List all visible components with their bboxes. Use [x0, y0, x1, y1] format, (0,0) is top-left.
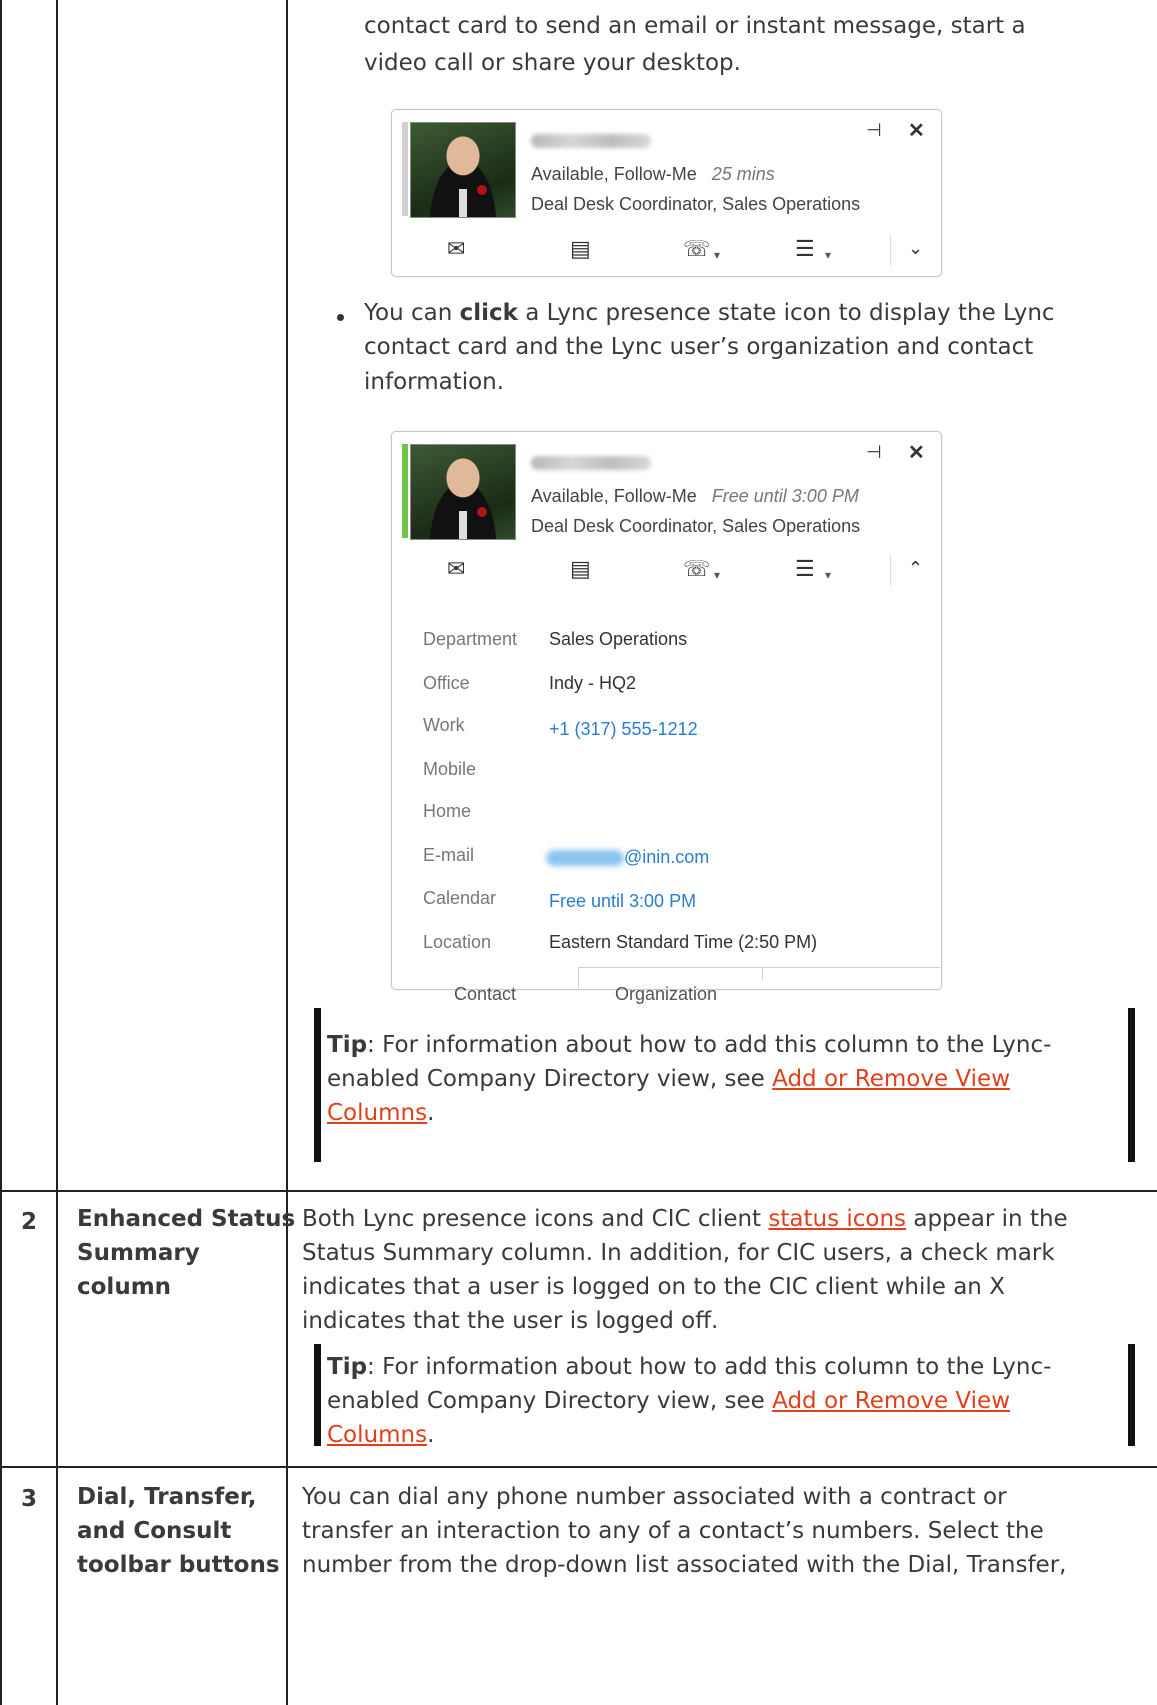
- contact-title: Deal Desk Coordinator, Sales Operations: [531, 516, 861, 536]
- detail-value-work[interactable]: +1 (317) 555-1212: [549, 719, 698, 740]
- tab-divider-left: [578, 967, 579, 989]
- email-icon[interactable]: ✉: [447, 556, 465, 582]
- status-icons-link[interactable]: status icons: [768, 1206, 906, 1232]
- detail-value-department: Sales Operations: [549, 629, 688, 649]
- video-dropdown-icon[interactable]: ▾: [825, 568, 831, 582]
- detail-label-work: Work: [423, 715, 465, 735]
- row2-feature-line1: Enhanced Status: [77, 1206, 296, 1232]
- bullet-dot: [337, 314, 344, 321]
- tab-organization[interactable]: Organization: [615, 984, 717, 1005]
- tip-bar-right: [1128, 1008, 1135, 1162]
- bullet-line1: You can click a Lync presence state icon…: [364, 300, 1055, 326]
- chevron-up-icon[interactable]: ⌃: [908, 558, 923, 579]
- contact-photo: [410, 122, 516, 218]
- video-dropdown-icon[interactable]: ▾: [825, 248, 831, 262]
- lync-contact-card-expanded: Available, Follow-Me Free until 3:00 PM …: [391, 431, 942, 1004]
- detail-label-home: Home: [423, 801, 472, 821]
- close-icon[interactable]: ✕: [908, 118, 925, 143]
- tip-line1: Tip: For information about how to add th…: [327, 1032, 1052, 1058]
- row3-feature-line1: Dial, Transfer,: [77, 1484, 257, 1510]
- phone-dropdown-icon[interactable]: ▾: [714, 568, 720, 582]
- phone-icon[interactable]: ☏: [683, 236, 711, 262]
- table-divider-col2: [286, 0, 288, 1705]
- video-icon[interactable]: ☰: [795, 236, 815, 262]
- row2-desc-line1: Both Lync presence icons and CIC client …: [302, 1206, 1068, 1232]
- pin-icon[interactable]: ⊣: [866, 442, 882, 463]
- tip2-line2: enabled Company Directory view, see Add …: [327, 1388, 1011, 1414]
- detail-label-mobile: Mobile: [423, 759, 477, 779]
- row3-number: 3: [21, 1486, 38, 1512]
- phone-icon[interactable]: ☏: [683, 556, 711, 582]
- im-icon[interactable]: ▤: [570, 236, 591, 262]
- tab-contact[interactable]: Contact: [454, 984, 516, 1005]
- contact-name-blurred: [531, 456, 651, 470]
- presence-bar: [402, 122, 408, 216]
- contact-photo: [410, 444, 516, 540]
- row3-desc-line1: You can dial any phone number associated…: [302, 1484, 1007, 1510]
- chevron-down-icon[interactable]: ⌄: [908, 238, 923, 259]
- row2-desc-line2: Status Summary column. In addition, for …: [302, 1240, 1055, 1266]
- contact-status: Available, Follow-Me Free until 3:00 PM: [531, 486, 859, 506]
- tip-bar-left: [314, 1008, 321, 1162]
- presence-bar: [402, 444, 408, 538]
- row-divider-1: [0, 1190, 1157, 1192]
- row3-desc-line3: number from the drop-down list associate…: [302, 1552, 1067, 1578]
- close-icon[interactable]: ✕: [908, 440, 925, 465]
- action-separator: [890, 554, 891, 586]
- tip-line3: Columns.: [327, 1100, 435, 1126]
- detail-label-office: Office: [423, 673, 470, 693]
- row2-feature-line2: Summary: [77, 1240, 200, 1266]
- detail-label-location: Location: [423, 932, 492, 952]
- tip-bar-right: [1128, 1344, 1135, 1446]
- detail-label-calendar: Calendar: [423, 888, 497, 908]
- email-icon[interactable]: ✉: [447, 236, 465, 262]
- row1-intro-line2: video call or share your desktop.: [364, 50, 741, 76]
- contact-title: Deal Desk Coordinator, Sales Operations: [531, 194, 861, 214]
- detail-label-department: Department: [423, 629, 518, 649]
- contact-name-blurred: [531, 134, 651, 148]
- detail-label-email: E-mail: [423, 845, 475, 865]
- row3-desc-line2: transfer an interaction to any of a cont…: [302, 1518, 1044, 1544]
- detail-value-calendar[interactable]: Free until 3:00 PM: [549, 891, 696, 912]
- row1-intro-line1: contact card to send an email or instant…: [364, 13, 1026, 39]
- table-divider-col1: [56, 0, 58, 1705]
- contact-status: Available, Follow-Me 25 mins: [531, 164, 775, 184]
- row2-feature-line3: column: [77, 1274, 172, 1300]
- row-divider-2: [0, 1466, 1157, 1468]
- add-remove-columns-link-cont[interactable]: Columns: [327, 1422, 427, 1448]
- table-border-left: [0, 0, 2, 1705]
- pin-icon[interactable]: ⊣: [866, 120, 882, 141]
- add-remove-columns-link[interactable]: Add or Remove View: [772, 1066, 1010, 1092]
- tip-bar-left: [314, 1344, 321, 1446]
- email-user-blurred: [546, 850, 624, 866]
- row2-number: 2: [21, 1209, 38, 1235]
- tab-divider-right: [762, 967, 763, 981]
- row2-desc-line3: indicates that a user is logged on to th…: [302, 1274, 1005, 1300]
- bullet-line2: contact card and the Lync user’s organiz…: [364, 334, 1034, 360]
- tip-line2: enabled Company Directory view, see Add …: [327, 1066, 1011, 1092]
- video-icon[interactable]: ☰: [795, 556, 815, 582]
- add-remove-columns-link[interactable]: Add or Remove View: [772, 1388, 1010, 1414]
- phone-dropdown-icon[interactable]: ▾: [714, 248, 720, 262]
- row3-feature-line2: and Consult: [77, 1518, 232, 1544]
- row3-feature-line3: toolbar buttons: [77, 1552, 280, 1578]
- add-remove-columns-link-cont[interactable]: Columns: [327, 1100, 427, 1126]
- action-separator: [890, 234, 891, 266]
- im-icon[interactable]: ▤: [570, 556, 591, 582]
- row2-desc-line4: indicates that the user is logged off.: [302, 1308, 719, 1334]
- detail-value-office: Indy - HQ2: [549, 673, 637, 693]
- detail-value-location: Eastern Standard Time (2:50 PM): [549, 932, 818, 952]
- lync-contact-card-compact: Available, Follow-Me 25 mins Deal Desk C…: [391, 109, 942, 277]
- tip2-line1: Tip: For information about how to add th…: [327, 1354, 1052, 1380]
- tip2-line3: Columns.: [327, 1422, 435, 1448]
- bullet-line3: information.: [364, 369, 505, 395]
- detail-value-email[interactable]: @inin.com: [624, 847, 709, 868]
- tab-divider-line: [578, 967, 940, 968]
